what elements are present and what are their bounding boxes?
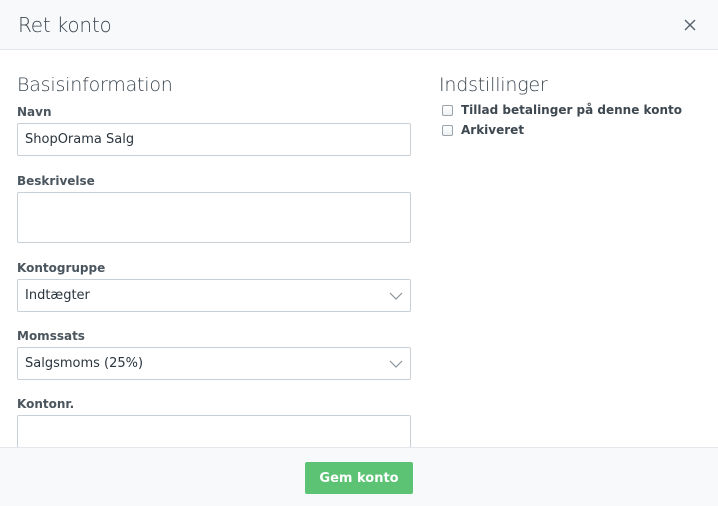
account-group-label: Kontogruppe bbox=[17, 261, 106, 275]
archived-checkbox[interactable] bbox=[442, 124, 453, 136]
save-account-button[interactable]: Gem konto bbox=[305, 462, 413, 494]
basis-section-title: Basisinformation bbox=[17, 74, 173, 96]
basis-section: Basisinformation Navn ShopOrama Salg Bes… bbox=[17, 72, 411, 448]
name-input[interactable]: ShopOrama Salg bbox=[17, 123, 411, 156]
description-label: Beskrivelse bbox=[17, 174, 95, 188]
dialog-body: Basisinformation Navn ShopOrama Salg Bes… bbox=[0, 50, 718, 448]
settings-section: Indstillinger Tillad betalinger på denne… bbox=[439, 72, 699, 140]
vat-rate-value: Salgsmoms (25%) bbox=[25, 356, 144, 371]
dialog-header: Ret konto bbox=[0, 0, 718, 50]
allow-payments-label: Tillad betalinger på denne konto bbox=[461, 103, 682, 117]
name-label: Navn bbox=[17, 105, 52, 119]
vat-rate-label: Momssats bbox=[17, 329, 85, 343]
allow-payments-row[interactable]: Tillad betalinger på denne konto bbox=[439, 100, 699, 120]
settings-section-title: Indstillinger bbox=[439, 74, 548, 96]
close-icon bbox=[684, 19, 696, 30]
account-number-input[interactable] bbox=[17, 415, 411, 448]
description-textarea[interactable] bbox=[17, 192, 411, 243]
dialog-title: Ret konto bbox=[18, 12, 112, 37]
account-number-label: Kontonr. bbox=[17, 397, 75, 411]
name-input-value: ShopOrama Salg bbox=[25, 132, 135, 147]
dialog-footer: Gem konto bbox=[0, 447, 718, 506]
vat-rate-select[interactable]: Salgsmoms (25%) bbox=[17, 347, 411, 380]
edit-account-dialog: Ret konto Basisinformation Navn ShopOram… bbox=[0, 0, 718, 506]
archived-row[interactable]: Arkiveret bbox=[439, 120, 699, 140]
chevron-down-icon bbox=[389, 360, 403, 368]
archived-label: Arkiveret bbox=[461, 123, 525, 137]
close-button[interactable] bbox=[680, 15, 700, 35]
account-group-value: Indtægter bbox=[25, 288, 90, 303]
chevron-down-icon bbox=[389, 292, 403, 300]
account-group-select[interactable]: Indtægter bbox=[17, 279, 411, 312]
allow-payments-checkbox[interactable] bbox=[442, 104, 453, 116]
